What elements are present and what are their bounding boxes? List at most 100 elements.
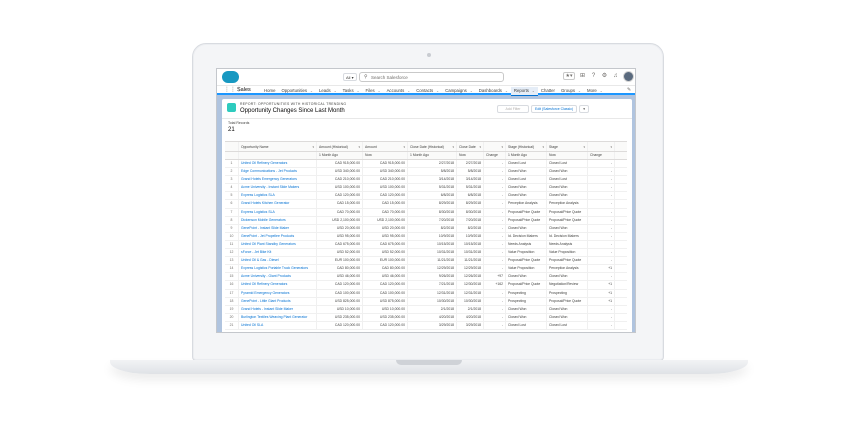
- amount-cell: USD 2,100,000.00: [363, 216, 408, 224]
- opportunity-name-link[interactable]: GenePoint - Jet Propellee Products: [239, 232, 317, 240]
- nav-tab-leads[interactable]: Leads ⌄: [316, 87, 340, 96]
- close-date-historical-cell: 8/2/2018: [408, 224, 457, 232]
- opportunity-name-link[interactable]: United Oil Refinery Generators: [239, 160, 317, 168]
- close-date-historical-cell: 5/8/2018: [408, 168, 457, 176]
- opportunity-name-link[interactable]: United Oil & Gas - Diesel: [239, 257, 317, 265]
- opportunity-name-link[interactable]: Edge Communications - Jet Products: [239, 168, 317, 176]
- stage-cell: Proposal/Price Quote: [547, 257, 588, 265]
- chevron-down-icon[interactable]: ⌄: [310, 89, 313, 93]
- amount-cell: CAD 120,000.00: [363, 192, 408, 200]
- amount-cell: USD 235,000.00: [363, 313, 408, 321]
- nav-tab-dashboards[interactable]: Dashboards ⌄: [476, 87, 511, 96]
- col-header-stage-change[interactable]: ▾: [588, 142, 615, 151]
- opportunity-name-link[interactable]: United Oil Plant Standby Generators: [239, 240, 317, 249]
- chevron-down-icon[interactable]: ⌄: [505, 89, 508, 93]
- report-table: Opportunity Name ▾ Amount (Historical) ▾ A…: [225, 141, 627, 330]
- chevron-down-icon[interactable]: ⌄: [436, 89, 439, 93]
- search-scope-select[interactable]: All ▾: [343, 73, 357, 81]
- nav-tab-more[interactable]: More ⌄: [584, 87, 606, 96]
- opportunity-name-link[interactable]: Express Logistics Portable Truck Generat…: [239, 265, 317, 273]
- chevron-down-icon[interactable]: ⌄: [357, 89, 360, 93]
- favorites-icon[interactable]: ★▾: [563, 72, 575, 80]
- opportunity-name-link[interactable]: Grand Hotels Emergency Generators: [239, 176, 317, 184]
- opportunity-name-link[interactable]: Grand Hotels Kitchen Generator: [239, 200, 317, 208]
- stage-historical-cell: Closed Won: [506, 305, 547, 313]
- nav-tab-chatter[interactable]: Chatter: [538, 87, 558, 96]
- chevron-down-icon[interactable]: ⌄: [600, 89, 603, 93]
- user-avatar[interactable]: [623, 71, 634, 82]
- col-header-amount-historical[interactable]: Amount (Historical) ▾: [317, 142, 363, 151]
- opportunity-name-link[interactable]: Express Logistics SLA: [239, 192, 317, 200]
- table-body: 1 United Oil Refinery Generators CAD 915,0…: [225, 160, 627, 330]
- opportunity-name-link[interactable]: United Oil Refinery Generators: [239, 281, 317, 289]
- opportunity-name-link[interactable]: GenePoint - Little Giant Products: [239, 297, 317, 305]
- opportunity-name-link[interactable]: Express Logistics SLA: [239, 208, 317, 216]
- stage-cell: Value Proposition: [547, 249, 588, 257]
- stage-change-cell: -: [588, 273, 615, 281]
- opportunity-name-link[interactable]: sForce - Jet Bike Kit: [239, 249, 317, 257]
- col-header-label: Stage: [549, 145, 558, 149]
- close-date-historical-cell: 6/8/2018: [408, 192, 457, 200]
- amount-cell: USD 20,000.00: [363, 224, 408, 232]
- table-row: 9 GenePoint - Instant Slide Maker USD 20,0…: [225, 224, 627, 233]
- salesforce-logo[interactable]: [222, 71, 239, 83]
- nav-tab-campaigns[interactable]: Campaigns ⌄: [442, 87, 476, 96]
- nav-tab-accounts[interactable]: Accounts ⌄: [384, 87, 414, 96]
- col-header-label: Opportunity Name: [241, 145, 269, 149]
- row-number: 2: [225, 168, 239, 176]
- table-row: 20 Burlington Textiles Weaving Plant Gene…: [225, 313, 627, 322]
- opportunity-name-link[interactable]: Dickenson Mobile Generators: [239, 216, 317, 224]
- row-number: 8: [225, 216, 239, 224]
- nav-tab-contacts[interactable]: Contacts ⌄: [413, 87, 442, 96]
- more-actions-dropdown[interactable]: ▾: [579, 105, 590, 113]
- report-summary: Total Records 21: [222, 118, 632, 137]
- add-filter-button[interactable]: Add Filter: [497, 105, 529, 113]
- col-header-close-date[interactable]: Close Date ▾: [457, 142, 484, 151]
- col-header-close-date-historical[interactable]: Close Date (Historical) ▾: [408, 142, 457, 151]
- nav-tab-label: Leads: [318, 88, 331, 93]
- col-header-stage-historical[interactable]: Stage (Historical) ▾: [506, 142, 547, 151]
- chevron-down-icon: ▾: [479, 145, 481, 149]
- nav-tab-opportunities[interactable]: Opportunities ⌄: [278, 87, 316, 96]
- opportunity-name-link[interactable]: United Oil SLA: [239, 321, 317, 329]
- col-header-stage[interactable]: Stage ▾: [547, 142, 588, 151]
- close-date-change-cell: -: [484, 321, 506, 329]
- opportunity-name-link[interactable]: Pyramid Emergency Generators: [239, 289, 317, 297]
- stage-historical-cell: Prospecting: [506, 297, 547, 305]
- nav-tab-groups[interactable]: Groups ⌄: [558, 87, 584, 96]
- chevron-down-icon[interactable]: ⌄: [578, 89, 581, 93]
- chevron-down-icon[interactable]: ⌄: [532, 89, 535, 93]
- nav-tab-reports[interactable]: Reports ⌄: [510, 87, 538, 96]
- opportunity-name-link[interactable]: Grand Hotels - Instant Slide Maker: [239, 305, 317, 313]
- notifications-bell-icon[interactable]: ♫: [612, 72, 619, 80]
- nav-tab-tasks[interactable]: Tasks ⌄: [340, 87, 363, 96]
- col-header-opportunity-name[interactable]: Opportunity Name ▾: [239, 142, 317, 151]
- chevron-down-icon[interactable]: ⌄: [407, 89, 410, 93]
- opportunity-name-link[interactable]: Acme University - Giant Products: [239, 273, 317, 281]
- app-nav-bar: ⋮⋮⋮ Sales Home Opportunities ⌄ Leads ⌄ Tasks ⌄…: [217, 85, 635, 96]
- global-search-input[interactable]: ⚲ Search Salesforce: [359, 72, 504, 82]
- chevron-down-icon[interactable]: ⌄: [470, 89, 473, 93]
- chevron-down-icon: ▾: [358, 145, 360, 149]
- subheader-cell: 1 Month Ago: [506, 152, 547, 159]
- close-date-cell: 10/15/2018: [457, 240, 484, 249]
- opportunity-name-link[interactable]: Burlington Textiles Weaving Plant Genera…: [239, 313, 317, 321]
- opportunity-name-link[interactable]: Acme University - Instant Slide Makers: [239, 184, 317, 192]
- opportunity-name-link[interactable]: GenePoint - Instant Slide Maker: [239, 224, 317, 232]
- edit-classic-button[interactable]: Edit (Salesforce Classic): [531, 105, 578, 113]
- close-date-change-cell: -: [484, 265, 506, 273]
- add-icon[interactable]: ⊞: [579, 72, 586, 80]
- chevron-down-icon[interactable]: ⌄: [334, 89, 337, 93]
- help-icon[interactable]: ?: [590, 72, 597, 80]
- col-header-amount[interactable]: Amount ▾: [363, 142, 408, 151]
- nav-tab-home[interactable]: Home: [261, 87, 278, 96]
- amount-historical-cell: CAD 120,000.00: [317, 321, 363, 329]
- col-header-close-date-change[interactable]: ▾: [484, 142, 506, 151]
- nav-tab-files[interactable]: Files ⌄: [363, 87, 384, 96]
- edit-nav-pencil-icon[interactable]: ✎: [627, 87, 631, 94]
- close-date-cell: 2/27/2018: [457, 160, 484, 168]
- chevron-down-icon[interactable]: ⌄: [378, 89, 381, 93]
- setup-gear-icon[interactable]: ⚙: [601, 72, 608, 80]
- chevron-down-icon: ▾: [542, 145, 544, 149]
- stage-historical-cell: Closed Lost: [506, 160, 547, 168]
